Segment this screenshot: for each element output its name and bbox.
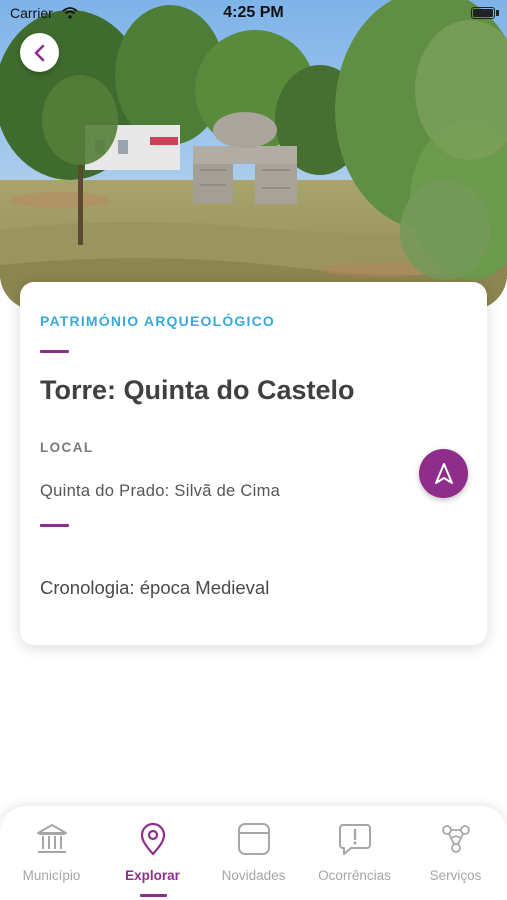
navigate-button[interactable] (419, 449, 468, 498)
tab-label: Ocorrências (318, 868, 391, 883)
map-pin-icon (102, 821, 203, 857)
status-bar: Carrier 4:25 PM (0, 0, 507, 28)
tab-label: Novidades (221, 868, 286, 883)
active-tab-indicator (140, 894, 167, 897)
chronology-text: Cronologia: época Medieval (40, 577, 270, 598)
tab-label: Serviços (429, 868, 482, 883)
battery-icon (471, 7, 495, 19)
screen: Carrier 4:25 PM PATRIMÓNIO ARQUEOLÓGICO … (0, 0, 507, 900)
tab-ocorrencias[interactable]: Ocorrências (304, 806, 405, 900)
tab-bar: Município Explorar Novidades Ocorrências… (0, 806, 507, 900)
back-button[interactable] (20, 33, 59, 72)
status-time: 4:25 PM (223, 4, 284, 21)
chevron-left-icon (34, 44, 44, 61)
category-divider (40, 350, 69, 353)
battery-tip (496, 10, 499, 16)
hero-photo (0, 0, 507, 310)
page-title: Torre: Quinta do Castelo (40, 375, 355, 405)
news-card-icon (203, 821, 304, 857)
tab-servicos[interactable]: Serviços (405, 806, 506, 900)
municipality-building-icon (1, 821, 102, 857)
local-value: Quinta do Prado: Silvã de Cima (40, 482, 281, 500)
alert-message-icon (304, 821, 405, 857)
tab-explorar[interactable]: Explorar (102, 806, 203, 900)
local-divider (40, 524, 69, 527)
category-label: PATRIMÓNIO ARQUEOLÓGICO (40, 313, 276, 329)
detail-card: PATRIMÓNIO ARQUEOLÓGICO Torre: Quinta do… (20, 282, 487, 645)
navigation-arrow-icon (434, 462, 453, 484)
local-label: LOCAL (40, 440, 94, 455)
services-network-icon (405, 821, 506, 857)
tab-municipio[interactable]: Município (1, 806, 102, 900)
tab-novidades[interactable]: Novidades (203, 806, 304, 900)
tab-label: Explorar (125, 868, 180, 883)
tab-label: Município (22, 868, 81, 883)
